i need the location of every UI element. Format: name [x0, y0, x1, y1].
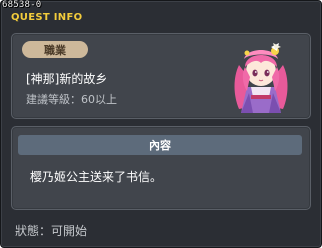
quest-id-tag: 68538-0 — [2, 0, 42, 10]
quest-status: 狀態：可開始 — [15, 224, 88, 238]
window-title: QUEST INFO — [11, 12, 83, 23]
quest-name: [神那]新的故乡 — [26, 72, 108, 86]
job-badge: 職業 — [22, 41, 88, 58]
level-requirement: 建議等級：60以上 — [26, 93, 117, 106]
quest-info-window: 68538-0 QUEST INFO 職業 [神那]新的故乡 建議等級：60以上 — [0, 0, 322, 248]
content-panel: 內容 樱乃姬公主送来了书信。 — [11, 126, 311, 210]
content-header: 內容 — [18, 135, 302, 155]
content-text: 樱乃姬公主送来了书信。 — [30, 170, 163, 184]
npc-portrait-icon — [234, 43, 288, 113]
